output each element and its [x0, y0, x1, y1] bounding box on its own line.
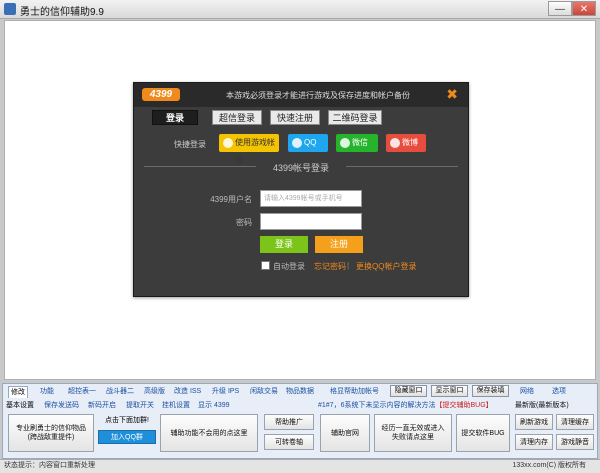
weibo-icon — [390, 138, 400, 148]
close-button[interactable]: ✕ — [572, 1, 596, 16]
tab-login[interactable]: 登录 — [152, 110, 198, 125]
collect-items-button[interactable]: 专业刷勇士的信仰物品 (跨战敌重提件) — [8, 414, 94, 452]
scroll-convert-button[interactable]: 可转卷轴 — [264, 434, 314, 450]
help-guide-button[interactable]: 辅助功能不会用的点这里 — [160, 414, 258, 452]
weibo-login-button[interactable]: 微博 — [386, 134, 426, 152]
tab-network[interactable]: 网络 — [520, 386, 534, 396]
tab-phone-login[interactable]: 超信登录 — [212, 110, 262, 125]
subtab-4399[interactable]: 显示 4399 — [198, 400, 230, 411]
qq-icon — [292, 138, 302, 148]
tab-options[interactable]: 选项 — [552, 386, 566, 396]
add-group-tip: 点击下面加群! — [105, 416, 149, 424]
subtab-save-send[interactable]: 保存发送码 — [44, 400, 79, 411]
tab-advanced[interactable]: 高级版 — [144, 386, 165, 397]
checkbox-icon — [261, 261, 270, 270]
register-button[interactable]: 注册 — [315, 236, 363, 253]
dialog-close-icon[interactable]: ✖ — [446, 87, 458, 101]
auto-login-checkbox[interactable]: 自动登录 — [261, 261, 305, 272]
subtab-new-code[interactable]: 新码开启 — [88, 400, 116, 411]
dialog-header: 4399 本游戏必须登录才能进行游戏及保存进度和帐户备份 ✖ — [134, 83, 468, 107]
app-icon — [4, 3, 16, 15]
4399-logo: 4399 — [142, 88, 180, 101]
username-label: 4399用户名 — [210, 195, 252, 204]
login-notice: 本游戏必须登录才能进行游戏及保存进度和帐户备份 — [226, 91, 410, 100]
tab-control-1[interactable]: 超控表一 — [68, 386, 96, 397]
qq-login-button[interactable]: QQ — [288, 134, 328, 152]
divider-left — [144, 166, 256, 167]
version-select[interactable]: 最新版(最新版本) — [515, 400, 569, 410]
window-title: 勇士的信仰辅助9.9 — [20, 7, 104, 18]
tab-trade[interactable]: 闲敌交易 — [250, 386, 278, 397]
wechat-icon — [340, 138, 350, 148]
tab-battle-2[interactable]: 战斗器二 — [106, 386, 134, 397]
hide-window-button[interactable]: 隐藏窗口 — [390, 385, 427, 397]
minimize-button[interactable]: — — [548, 1, 572, 16]
password-input[interactable] — [260, 213, 362, 230]
status-message: 状态提示：内容窗口重新处理 — [4, 462, 95, 469]
subtab-extract[interactable]: 提取开关 — [126, 400, 154, 411]
clear-cache-button[interactable]: 清理缓存 — [556, 414, 594, 430]
refresh-game-button[interactable]: 刷新游戏 — [515, 414, 553, 430]
tab-item-data[interactable]: 物品数据 — [286, 386, 314, 397]
title-bar: 勇士的信仰辅助9.9 — ✕ — [0, 0, 600, 19]
quick-login-label: 快捷登录 — [174, 140, 206, 149]
divider-right — [346, 166, 458, 167]
switch-account-link[interactable]: 更换QQ帐户登录 — [356, 261, 416, 272]
status-bar: 状态提示：内容窗口重新处理 133xx.com(C) 版权所有 — [0, 459, 600, 473]
username-input[interactable]: 请输入4399帐号或手机号 — [260, 190, 362, 207]
login-dialog: 4399 本游戏必须登录才能进行游戏及保存进度和帐户备份 ✖ 登录 超信登录 快… — [133, 82, 469, 297]
login-button[interactable]: 登录 — [260, 236, 308, 253]
subtab-basic[interactable]: 基本设置 — [6, 400, 34, 411]
tab-iss[interactable]: 改造 ISS — [174, 386, 201, 397]
copyright: 133xx.com(C) 版权所有 — [512, 462, 586, 469]
helper-header: 格显帮助加帐号 — [330, 388, 379, 395]
password-label: 密码 — [236, 218, 252, 227]
official-site-button[interactable]: 辅助官网 — [320, 414, 370, 452]
clear-memory-button[interactable]: 清理内存 — [515, 434, 553, 450]
tab-function[interactable]: 功能 — [40, 386, 54, 397]
promote-button[interactable]: 帮助推广 — [264, 414, 314, 430]
game-account-login-button[interactable]: 使用游戏帐号 — [219, 134, 279, 165]
ie-fix-button[interactable]: 经历一直无效或进入 失败请点这里 — [374, 414, 452, 452]
wechat-login-button[interactable]: 微信 — [336, 134, 378, 152]
tab-qrcode-login[interactable]: 二维码登录 — [328, 110, 382, 125]
tab-modify[interactable]: 修改 — [8, 386, 28, 398]
join-qq-group-button[interactable]: 加入QQ群 — [98, 430, 156, 444]
link-separator: | — [347, 261, 350, 270]
tab-quick-register[interactable]: 快速注册 — [270, 110, 320, 125]
account-icon — [223, 138, 233, 148]
fix-note: #1#7，6系统下未显示内容的解决方法【提交辅助BUG】 — [318, 402, 493, 409]
show-window-button[interactable]: 显示窗口 — [431, 385, 468, 397]
section-title: 4399帐号登录 — [272, 163, 330, 173]
submit-bug-link[interactable]: 【提交辅助BUG】 — [435, 402, 492, 409]
subtab-afk[interactable]: 挂机设置 — [162, 400, 190, 411]
forgot-password-link[interactable]: 忘记密码 — [314, 261, 346, 272]
mute-game-button[interactable]: 游戏静音 — [556, 434, 594, 450]
save-fill-button[interactable]: 保存装填 — [472, 385, 509, 397]
submit-bug-button[interactable]: 提交软件BUG — [456, 414, 510, 452]
tab-ips[interactable]: 升级 IPS — [212, 386, 239, 397]
